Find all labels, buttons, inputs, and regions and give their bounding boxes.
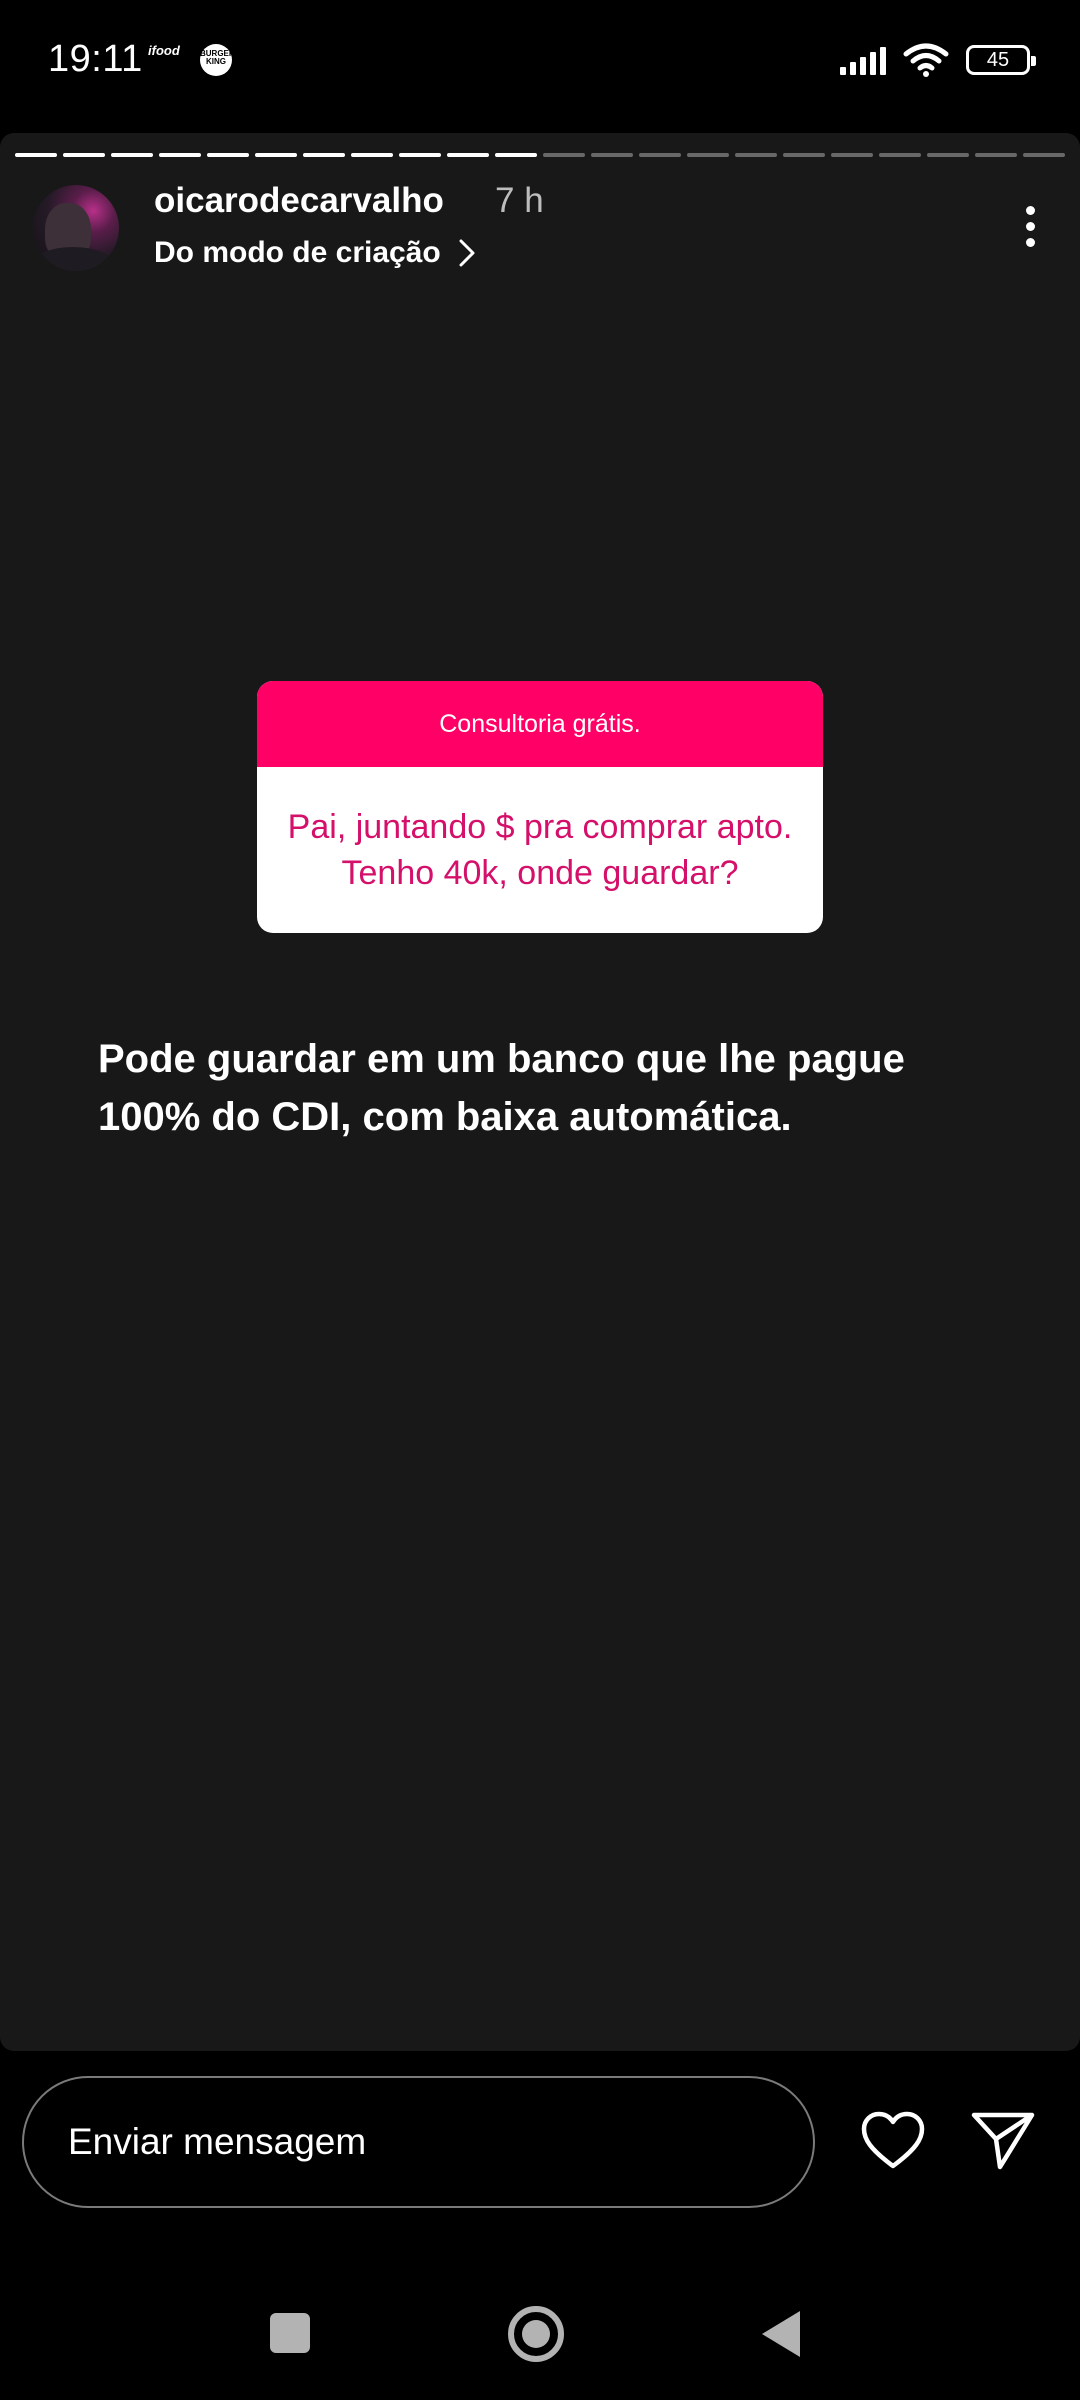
created-mode-label: Do modo de criação bbox=[154, 236, 441, 269]
story-progress-segment bbox=[255, 153, 297, 157]
story-progress-segment bbox=[399, 153, 441, 157]
story-progress-segment bbox=[207, 153, 249, 157]
avatar-shoulder bbox=[33, 247, 113, 271]
story-time-ago: 7 h bbox=[495, 181, 544, 220]
more-vertical-icon-dot bbox=[1025, 221, 1035, 231]
story-progress-segment bbox=[591, 153, 633, 157]
more-options-button[interactable] bbox=[1000, 191, 1060, 261]
more-vertical-icon-dot bbox=[1025, 237, 1035, 247]
question-sticker-header: Consultoria grátis. bbox=[257, 681, 823, 767]
story-progress-segment bbox=[639, 153, 681, 157]
home-button[interactable] bbox=[508, 2306, 564, 2362]
story-progress-segment bbox=[783, 153, 825, 157]
created-mode-link[interactable]: Do modo de criação bbox=[154, 236, 475, 270]
send-icon[interactable] bbox=[970, 2109, 1036, 2171]
back-button[interactable] bbox=[762, 2311, 800, 2357]
ifood-notification-icon: ifood bbox=[148, 43, 180, 58]
story-progress-segment bbox=[159, 153, 201, 157]
heart-icon[interactable] bbox=[860, 2111, 926, 2171]
story-answer-text: Pode guardar em um banco que lhe pague 1… bbox=[98, 1037, 905, 1139]
send-message-placeholder: Enviar mensagem bbox=[68, 2121, 367, 2162]
story-progress-segment bbox=[735, 153, 777, 157]
story-progress-segment bbox=[351, 153, 393, 157]
story-progress-segment bbox=[303, 153, 345, 157]
battery-icon: 45 bbox=[966, 45, 1036, 75]
story-view[interactable]: oicarodecarvalho 7 h Do modo de criação … bbox=[0, 133, 1080, 2051]
send-message-input[interactable]: Enviar mensagem bbox=[22, 2076, 815, 2208]
story-progress-segment bbox=[63, 153, 105, 157]
story-progress-segment bbox=[111, 153, 153, 157]
message-bar: Enviar mensagem bbox=[0, 2051, 1080, 2241]
status-indicators: 45 bbox=[840, 40, 1036, 80]
wifi-icon bbox=[903, 43, 949, 77]
story-progress-segment bbox=[879, 153, 921, 157]
story-progress-segment bbox=[831, 153, 873, 157]
battery-level: 45 bbox=[986, 48, 1010, 71]
burger-king-notification-icon: BURGER KING bbox=[200, 44, 235, 76]
status-time: 19:11 bbox=[48, 38, 143, 80]
story-progress-segment bbox=[15, 153, 57, 157]
story-progress-bar bbox=[15, 153, 1065, 157]
recent-apps-button[interactable] bbox=[270, 2313, 310, 2353]
story-progress-segment bbox=[495, 153, 537, 157]
question-sticker[interactable]: Consultoria grátis. Pai, juntando $ pra … bbox=[257, 681, 823, 933]
story-progress-segment bbox=[975, 153, 1017, 157]
system-navigation-bar bbox=[0, 2241, 1080, 2400]
username[interactable]: oicarodecarvalho bbox=[154, 181, 444, 221]
chevron-right-icon bbox=[459, 239, 475, 267]
story-header: oicarodecarvalho 7 h Do modo de criação bbox=[0, 181, 1080, 281]
more-vertical-icon-dot bbox=[1025, 205, 1035, 215]
story-progress-segment bbox=[927, 153, 969, 157]
story-progress-segment bbox=[687, 153, 729, 157]
signal-icon bbox=[840, 45, 886, 75]
status-bar: 19:11 ifood BURGER KING 45 bbox=[0, 0, 1080, 125]
story-progress-segment bbox=[1023, 153, 1065, 157]
question-sticker-text: Pai, juntando $ pra comprar apto. Tenho … bbox=[287, 808, 793, 892]
avatar[interactable] bbox=[33, 185, 119, 271]
story-progress-segment bbox=[543, 153, 585, 157]
story-progress-segment bbox=[447, 153, 489, 157]
